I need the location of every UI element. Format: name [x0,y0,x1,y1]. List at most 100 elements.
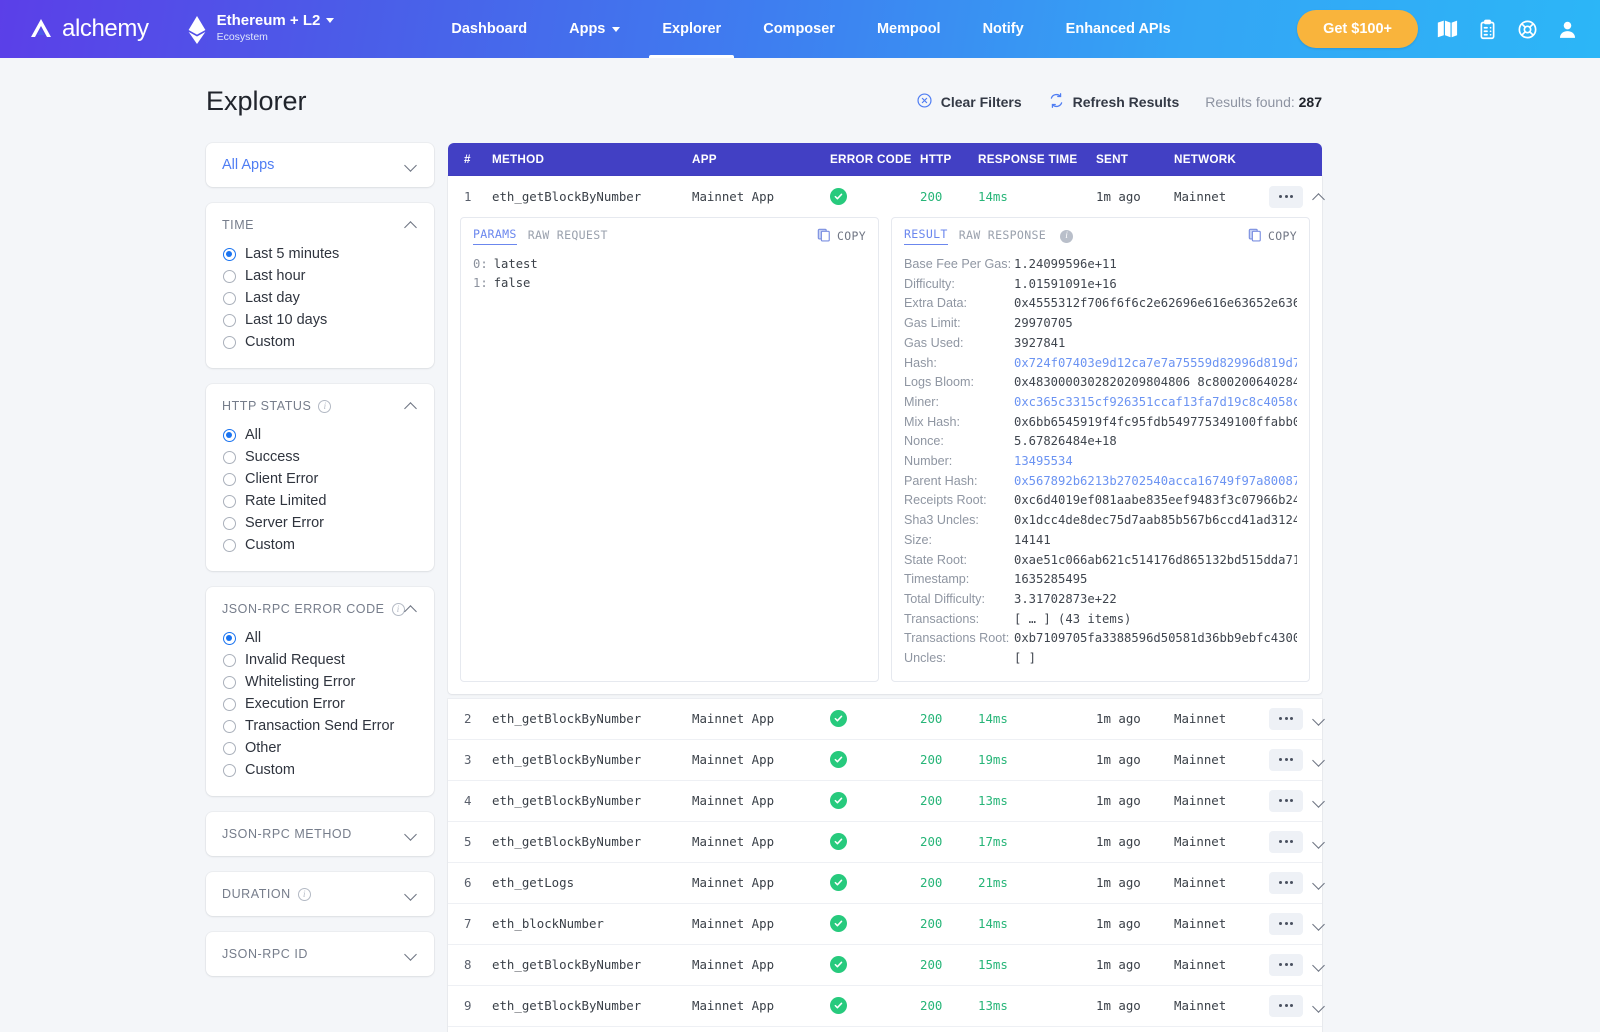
row-expand-chevron-icon[interactable] [1313,715,1326,723]
radio-label: Custom [245,762,295,778]
table-row[interactable]: 7 eth_blockNumber Mainnet App 200 14ms 1… [448,904,1322,945]
radio-http-custom[interactable]: Custom [223,534,418,556]
radio-indicator [223,517,236,530]
result-value[interactable]: 13495534 [1014,452,1073,472]
table-row[interactable]: 2 eth_getBlockByNumber Mainnet App 200 1… [448,699,1322,740]
info-icon[interactable]: i [318,400,331,413]
radio-rpc-execution-error[interactable]: Execution Error [223,693,418,715]
row-expand-chevron-icon[interactable] [1313,920,1326,928]
filter-header-http-status[interactable]: HTTP STATUS i [206,384,434,424]
radio-last-hour[interactable]: Last hour [223,265,418,287]
refresh-results-button[interactable]: Refresh Results [1048,92,1180,112]
nav-item-mempool[interactable]: Mempool [856,0,962,58]
info-icon[interactable]: i [1060,230,1073,243]
result-field: Nonce:5.67826484e+18 [904,432,1297,452]
row-more-menu-button[interactable] [1269,831,1303,853]
filter-header-json-rpc-id[interactable]: JSON-RPC ID [206,932,434,976]
table-row[interactable]: 5 eth_getBlockByNumber Mainnet App 200 1… [448,822,1322,863]
cell-sent: 1m ago [1096,834,1174,849]
radio-last-10-days[interactable]: Last 10 days [223,309,418,331]
tab-raw-request[interactable]: RAW REQUEST [528,228,608,245]
row-more-menu-button[interactable] [1269,995,1303,1017]
row-collapse-chevron-icon[interactable] [1313,193,1326,201]
radio-http-success[interactable]: Success [223,446,418,468]
radio-rpc-all[interactable]: All [223,627,418,649]
result-value[interactable]: 0x567892b6213b2702540acca16749f97a80087e… [1014,472,1297,492]
nav-item-enhanced-apis[interactable]: Enhanced APIs [1045,0,1192,58]
row-expand-chevron-icon[interactable] [1313,756,1326,764]
radio-indicator [223,495,236,508]
tab-raw-response[interactable]: RAW RESPONSE [959,228,1046,245]
row-expand-chevron-icon[interactable] [1313,838,1326,846]
result-field: Transactions:[ … ] (43 items) [904,610,1297,630]
row-expand-chevron-icon[interactable] [1313,1002,1326,1010]
table-row[interactable]: 3 eth_getBlockByNumber Mainnet App 200 1… [448,740,1322,781]
radio-rpc-whitelisting-error[interactable]: Whitelisting Error [223,671,418,693]
cell-method: eth_getBlockByNumber [492,711,692,726]
lifebuoy-icon[interactable] [1516,18,1538,40]
nav-item-explorer[interactable]: Explorer [641,0,742,58]
row-more-menu-button[interactable] [1269,872,1303,894]
copy-request-button[interactable]: COPY [817,228,866,245]
filter-header-json-rpc-method[interactable]: JSON-RPC METHOD [206,812,434,856]
map-icon[interactable] [1436,18,1458,40]
radio-rpc-transaction-send-error[interactable]: Transaction Send Error [223,715,418,737]
radio-rpc-custom[interactable]: Custom [223,759,418,781]
nav-item-notify[interactable]: Notify [962,0,1045,58]
app-select-card: All Apps [206,143,434,187]
result-key: State Root: [904,551,1014,571]
row-more-menu-button[interactable] [1269,913,1303,935]
tab-params[interactable]: PARAMS [473,227,517,245]
result-field: Uncles:[ ] [904,649,1297,669]
row-more-menu-button[interactable] [1269,954,1303,976]
info-icon[interactable]: i [298,888,311,901]
table-row[interactable]: 10 eth_getBlockByNumber Mainnet App 200 … [448,1027,1322,1032]
row-more-menu-button[interactable] [1269,790,1303,812]
filter-header-time[interactable]: TIME [206,203,434,243]
result-key: Extra Data: [904,294,1014,314]
radio-http-all[interactable]: All [223,424,418,446]
radio-http-server-error[interactable]: Server Error [223,512,418,534]
row-expand-chevron-icon[interactable] [1313,961,1326,969]
nav-item-apps[interactable]: Apps [548,0,641,58]
result-field: Gas Limit:29970705 [904,314,1297,334]
account-icon[interactable] [1556,18,1578,40]
app-select[interactable]: All Apps [206,143,434,187]
brand-logo-link[interactable]: alchemy [28,15,149,43]
get-credit-button[interactable]: Get $100+ [1297,10,1418,48]
tab-result[interactable]: RESULT [904,227,948,245]
nav-item-dashboard[interactable]: Dashboard [430,0,548,58]
result-value[interactable]: 0xc365c3315cf926351ccaf13fa7d19c8c4058c8… [1014,393,1297,413]
row-more-menu-button[interactable] [1269,186,1303,208]
radio-last-day[interactable]: Last day [223,287,418,309]
cell-error-code [830,956,920,973]
table-row[interactable]: 4 eth_getBlockByNumber Mainnet App 200 1… [448,781,1322,822]
filter-card-json-rpc-id: JSON-RPC ID [206,932,434,976]
ecosystem-switcher[interactable]: Ethereum + L2 Ecosystem [187,13,335,46]
info-icon[interactable]: i [392,603,405,616]
nav-item-composer[interactable]: Composer [742,0,856,58]
ecosystem-title: Ethereum + L2 [217,13,321,29]
radio-time-custom[interactable]: Custom [223,331,418,353]
clipboard-icon[interactable] [1476,18,1498,40]
table-row[interactable]: 1 eth_getBlockByNumber Mainnet App 200 1… [448,176,1322,217]
radio-last-5-minutes[interactable]: Last 5 minutes [223,243,418,265]
table-row[interactable]: 9 eth_getBlockByNumber Mainnet App 200 1… [448,986,1322,1027]
result-value: 0x4830000302820209804806 8c8002006402842… [1014,373,1297,393]
radio-rpc-other[interactable]: Other [223,737,418,759]
result-value: 3927841 [1014,334,1065,354]
radio-http-rate-limited[interactable]: Rate Limited [223,490,418,512]
filter-header-json-rpc-error-code[interactable]: JSON-RPC ERROR CODE i [206,587,434,627]
result-value[interactable]: 0x724f07403e9d12ca7e7a75559d82996d819d7b… [1014,354,1297,374]
radio-http-client-error[interactable]: Client Error [223,468,418,490]
table-row[interactable]: 6 eth_getLogs Mainnet App 200 21ms 1m ag… [448,863,1322,904]
copy-response-button[interactable]: COPY [1248,228,1297,245]
row-more-menu-button[interactable] [1269,708,1303,730]
row-expand-chevron-icon[interactable] [1313,797,1326,805]
filter-header-duration[interactable]: DURATION i [206,872,434,916]
radio-rpc-invalid-request[interactable]: Invalid Request [223,649,418,671]
table-row[interactable]: 8 eth_getBlockByNumber Mainnet App 200 1… [448,945,1322,986]
row-expand-chevron-icon[interactable] [1313,879,1326,887]
clear-filters-button[interactable]: Clear Filters [916,92,1022,112]
row-more-menu-button[interactable] [1269,749,1303,771]
